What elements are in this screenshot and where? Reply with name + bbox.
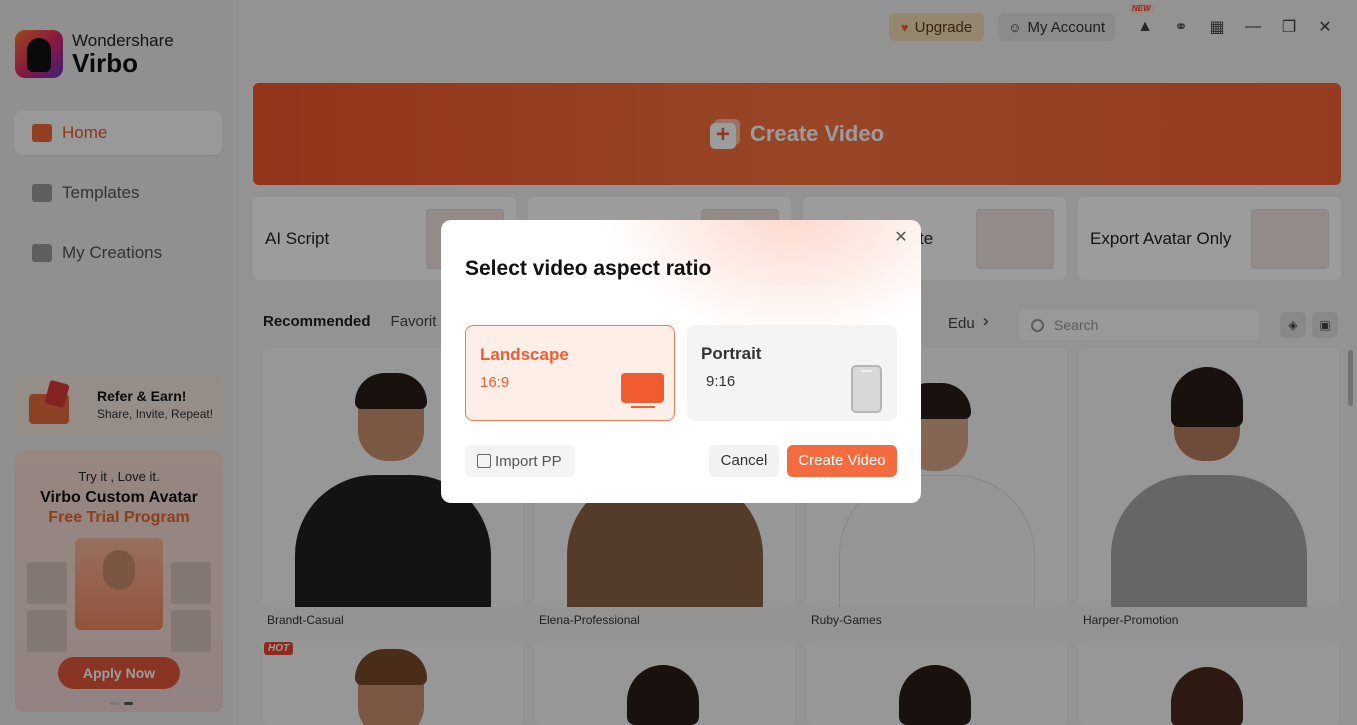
option-ratio: 9:16 <box>706 373 736 390</box>
portrait-option[interactable]: Portrait 9:16 <box>687 325 897 421</box>
cancel-button[interactable]: Cancel <box>709 445 779 477</box>
dialog-title: Select video aspect ratio <box>465 257 712 280</box>
import-ppt-button[interactable]: Import PP <box>465 445 575 477</box>
option-ratio: 16:9 <box>480 374 510 391</box>
option-name: Landscape <box>480 345 569 364</box>
landscape-option[interactable]: Landscape 16:9 <box>465 325 675 421</box>
option-name: Portrait <box>701 344 762 363</box>
aspect-ratio-dialog: Select video aspect ratio ✕ Landscape 16… <box>441 220 921 503</box>
landscape-monitor-icon <box>621 373 664 408</box>
close-icon: ✕ <box>894 229 908 246</box>
dialog-close-button[interactable]: ✕ <box>891 228 911 248</box>
create-video-button[interactable]: Create Video <box>787 445 897 477</box>
import-icon <box>477 454 491 468</box>
portrait-phone-icon <box>851 365 882 413</box>
